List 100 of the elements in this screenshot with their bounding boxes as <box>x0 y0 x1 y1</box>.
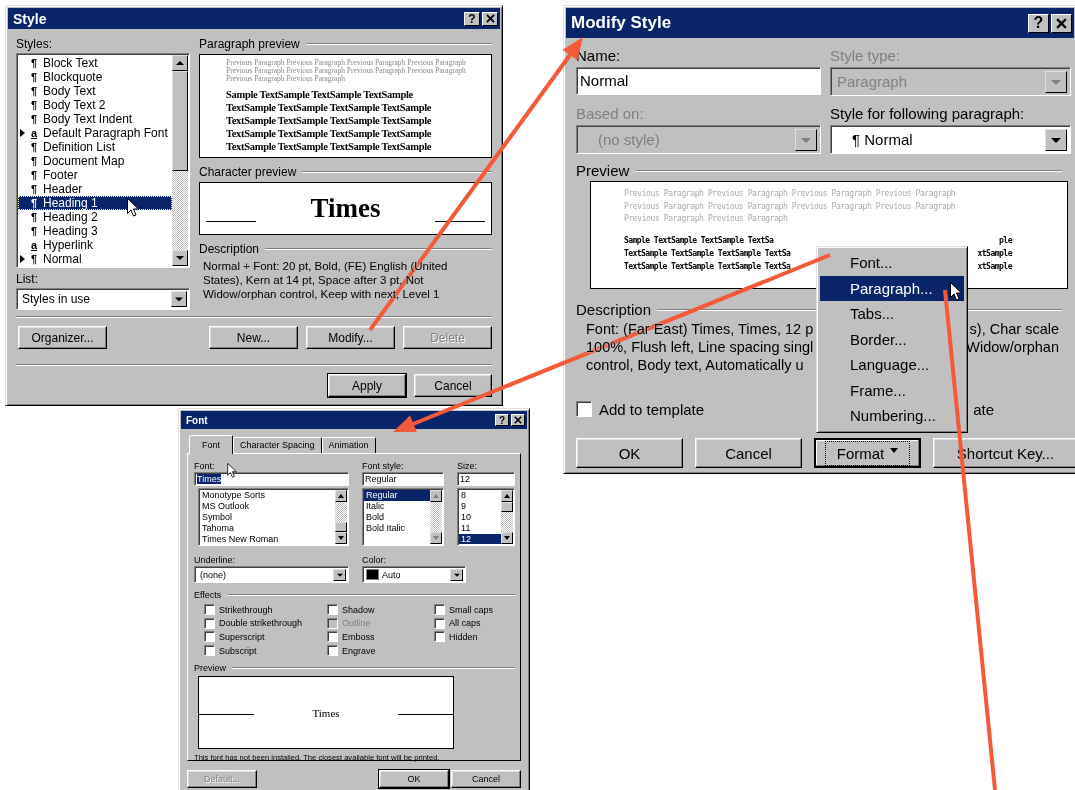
dropdown-button[interactable] <box>450 568 463 581</box>
dialog-button[interactable]: Modify... <box>306 326 395 349</box>
scrollbar[interactable] <box>501 490 513 544</box>
help-button[interactable]: ? <box>1028 13 1049 33</box>
style-list-item[interactable]: ¶ Heading 3 <box>18 224 172 238</box>
menu-item[interactable]: Border... <box>820 326 964 352</box>
underline-dropdown[interactable]: (none) <box>194 566 349 583</box>
preview-text: TextSample TextSample TextSample TextSa <box>624 261 792 271</box>
checkbox[interactable] <box>434 617 445 629</box>
style-list-item[interactable]: ¶ Normal <box>18 252 172 266</box>
style-list-item[interactable]: a Default Paragraph Font <box>18 126 172 140</box>
scrollbar[interactable] <box>172 55 188 266</box>
dialog-button[interactable]: OK <box>379 770 449 788</box>
dialog-button[interactable]: OK <box>576 438 683 468</box>
dropdown-button[interactable] <box>171 291 187 307</box>
size-field[interactable]: 12 <box>457 472 515 486</box>
list-item[interactable]: 10 <box>459 512 501 523</box>
scrollbar[interactable] <box>335 490 347 544</box>
style-list-item[interactable]: ¶ Header <box>18 182 172 196</box>
menu-item[interactable]: Numbering... <box>820 403 964 429</box>
dialog-button[interactable]: Cancel <box>451 770 521 788</box>
checkbox[interactable] <box>434 604 445 616</box>
scroll-thumb[interactable] <box>172 71 188 171</box>
preview-text: TextSample TextSample TextSample TextSample <box>226 114 433 127</box>
list-item[interactable]: Regular <box>364 490 431 501</box>
scrollbar[interactable] <box>430 490 443 544</box>
style-list-item[interactable]: ¶ Blockquote <box>18 70 172 84</box>
style-list-item[interactable]: ¶ Heading 2 <box>18 210 172 224</box>
font-style-field[interactable]: Regular <box>362 472 445 486</box>
dialog-button[interactable]: Apply <box>328 374 406 397</box>
scroll-up-button[interactable] <box>501 490 513 502</box>
scroll-down-button[interactable] <box>430 532 443 544</box>
style-list-item[interactable]: ¶ Heading 1 <box>18 196 172 210</box>
close-button[interactable] <box>1051 13 1072 33</box>
style-list-item[interactable]: ¶ Body Text 2 <box>18 98 172 112</box>
color-dropdown[interactable]: Auto <box>362 566 466 583</box>
scroll-down-button[interactable] <box>501 532 513 544</box>
tab[interactable]: Font <box>189 435 233 454</box>
list-item[interactable]: 8 <box>459 490 501 501</box>
style-list-item[interactable]: ¶ Body Text Indent <box>18 112 172 126</box>
dialog-button[interactable]: New... <box>209 326 298 349</box>
dialog-button[interactable]: Cancel <box>695 438 802 468</box>
dropdown-button[interactable] <box>333 568 346 581</box>
help-button[interactable]: ? <box>464 11 480 26</box>
style-list-item[interactable]: a Hyperlink <box>18 238 172 252</box>
checkbox[interactable] <box>576 401 592 417</box>
style-list-item[interactable]: ¶ Definition List <box>18 140 172 154</box>
checkbox[interactable] <box>204 604 215 616</box>
list-item[interactable]: Times New Roman <box>200 534 335 544</box>
checkbox[interactable] <box>327 604 338 616</box>
help-button[interactable]: ? <box>495 414 509 426</box>
checkbox[interactable] <box>327 645 338 657</box>
menu-item[interactable]: Frame... <box>820 377 964 403</box>
styles-list[interactable] <box>16 53 190 268</box>
close-button[interactable] <box>482 11 498 26</box>
list-item[interactable]: Bold <box>364 512 431 523</box>
scroll-down-button[interactable] <box>335 532 347 544</box>
name-field[interactable]: Normal <box>576 67 821 95</box>
scroll-up-button[interactable] <box>430 490 443 502</box>
list-item[interactable]: 11 <box>459 523 501 534</box>
scroll-down-button[interactable] <box>172 250 188 266</box>
menu-item[interactable]: Language... <box>820 352 964 378</box>
checkbox[interactable] <box>327 631 338 643</box>
menu-item[interactable]: Paragraph... <box>820 275 964 301</box>
checkbox[interactable] <box>204 617 215 629</box>
scroll-thumb[interactable] <box>501 502 513 512</box>
dialog-button[interactable]: Cancel <box>414 374 492 397</box>
list-item[interactable]: MS Outlook <box>200 501 335 512</box>
font-field[interactable]: Times <box>194 472 349 486</box>
checkbox[interactable] <box>204 631 215 643</box>
font-list[interactable]: Monotype Sorts MS Outlook Symbol Tahoma Times New Roman <box>198 488 349 546</box>
checkbox[interactable] <box>204 645 215 657</box>
checkbox[interactable] <box>434 631 445 643</box>
list-item[interactable]: 12 <box>459 534 501 544</box>
list-item[interactable]: Monotype Sorts <box>200 490 335 501</box>
dialog-button[interactable]: Organizer... <box>18 326 107 349</box>
menu-item[interactable]: Font... <box>820 250 964 276</box>
list-item[interactable]: Italic <box>364 501 431 512</box>
style-list-item[interactable]: ¶ Block Text <box>18 56 172 70</box>
close-button[interactable] <box>511 414 525 426</box>
menu-item[interactable]: Tabs... <box>820 301 964 327</box>
dropdown-button[interactable] <box>1045 128 1067 151</box>
list-item[interactable]: 9 <box>459 501 501 512</box>
scroll-up-button[interactable] <box>335 490 347 502</box>
style-list-item[interactable]: ¶ Document Map <box>18 154 172 168</box>
list-item[interactable]: Tahoma <box>200 523 335 534</box>
style-list-item[interactable]: ¶ Footer <box>18 168 172 182</box>
list-item[interactable]: Symbol <box>200 512 335 523</box>
list-item[interactable]: Bold Italic <box>364 523 431 534</box>
list-dropdown[interactable]: Styles in use <box>16 288 190 310</box>
scroll-thumb[interactable] <box>335 522 347 532</box>
tab[interactable]: Animation <box>321 437 376 453</box>
size-list[interactable]: 8 9 10 11 12 <box>457 488 515 546</box>
scroll-up-button[interactable] <box>172 55 188 71</box>
style-list-item[interactable]: ¶ Body Text <box>18 84 172 98</box>
tab[interactable]: Character Spacing <box>233 437 322 453</box>
preview-text: TextSample TextSample TextSample TextSample <box>226 140 433 153</box>
dialog-button[interactable]: Format <box>814 438 921 468</box>
following-style-dropdown[interactable]: ¶ Normal <box>830 125 1071 154</box>
font-style-list[interactable]: Regular Italic Bold Bold Italic <box>362 488 445 546</box>
